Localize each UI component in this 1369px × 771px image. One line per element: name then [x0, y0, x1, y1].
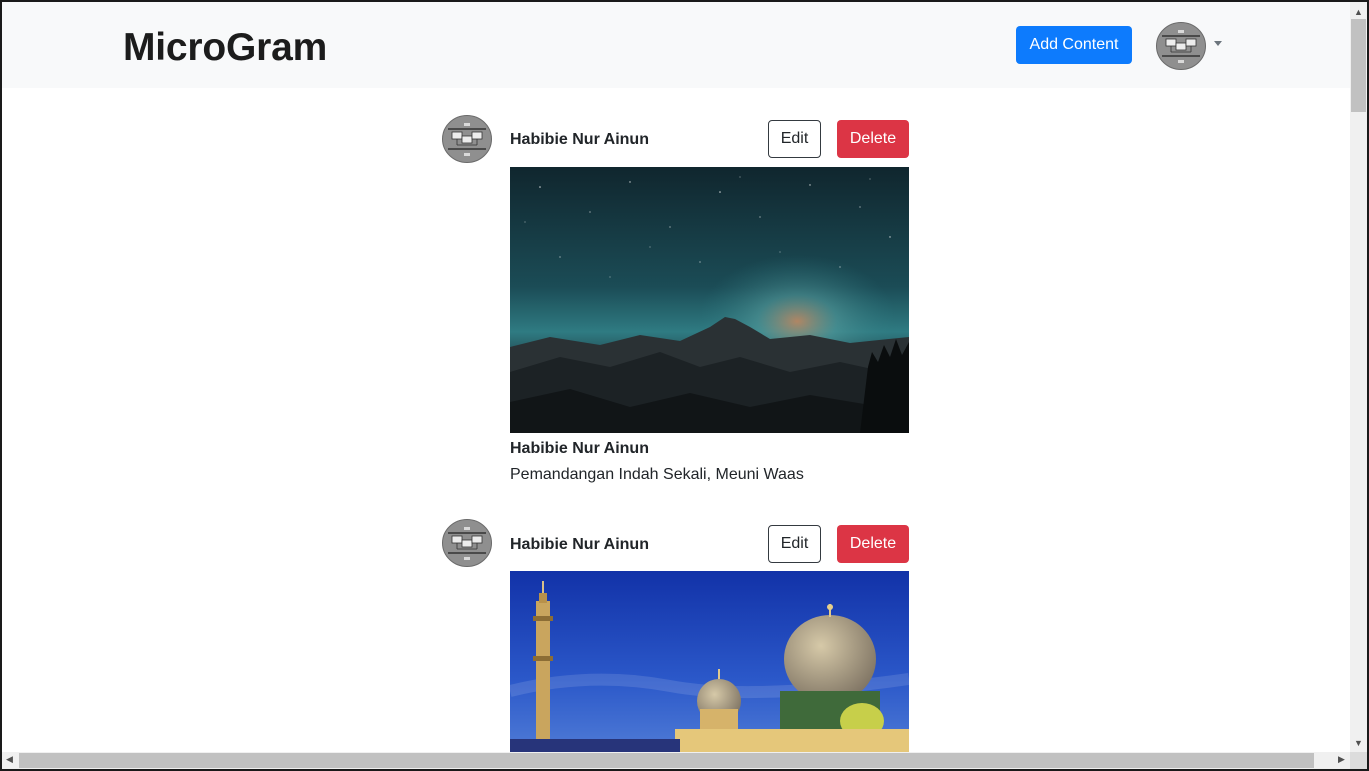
add-content-button[interactable]: Add Content	[1016, 26, 1132, 64]
delete-post-button[interactable]: Delete	[837, 525, 909, 563]
horizontal-scrollbar[interactable]: ◀ ▶	[2, 752, 1350, 769]
user-avatar-icon[interactable]	[1156, 22, 1206, 70]
post-author-name: Habibie Nur Ainun	[510, 131, 649, 148]
post-author-name: Habibie Nur Ainun	[510, 536, 649, 553]
scrollbar-corner	[1350, 752, 1367, 769]
scroll-down-icon[interactable]: ▼	[1354, 738, 1363, 748]
scroll-up-icon[interactable]: ▲	[1354, 7, 1363, 17]
caption-author-name: Habibie Nur Ainun	[510, 440, 649, 457]
post-author-avatar	[442, 115, 492, 163]
navbar: MicroGram Add Content	[2, 2, 1350, 88]
vertical-scroll-thumb[interactable]	[1351, 19, 1366, 112]
scroll-left-icon[interactable]: ◀	[6, 754, 13, 765]
scroll-right-icon[interactable]: ▶	[1338, 754, 1345, 765]
brand-logo[interactable]: MicroGram	[123, 26, 327, 70]
post-author-avatar	[442, 519, 492, 567]
mosque-domes-image	[510, 571, 909, 752]
caret-down-icon[interactable]	[1214, 41, 1222, 46]
horizontal-scroll-thumb[interactable]	[19, 753, 1314, 768]
night-sky-mountains-image	[510, 167, 909, 433]
edit-post-button[interactable]: Edit	[768, 525, 821, 563]
post-caption: Pemandangan Indah Sekali, Meuni Waas	[510, 466, 804, 483]
vertical-scrollbar[interactable]: ▲ ▼	[1350, 2, 1367, 752]
edit-post-button[interactable]: Edit	[768, 120, 821, 158]
delete-post-button[interactable]: Delete	[837, 120, 909, 158]
